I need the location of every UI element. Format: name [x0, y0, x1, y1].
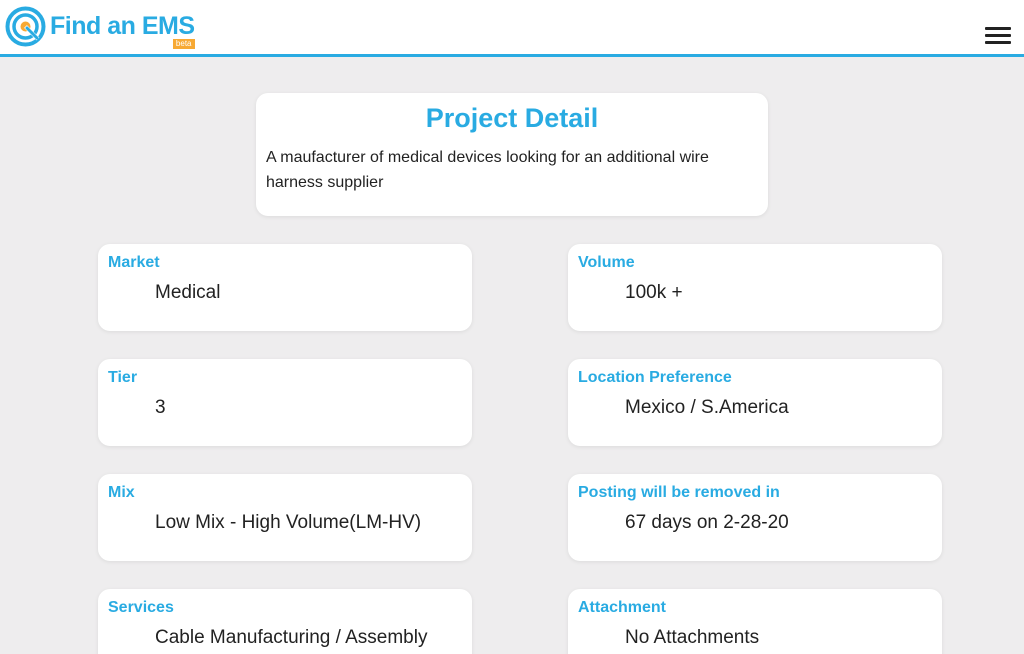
- logo-icon: [5, 6, 46, 47]
- project-detail-card: Project Detail A maufacturer of medical …: [256, 93, 768, 216]
- logo-wordmark: Find an EMS: [50, 12, 195, 40]
- services-value: Cable Manufacturing / Assembly: [155, 627, 428, 648]
- beta-badge: beta: [172, 39, 195, 49]
- mix-label: Mix: [108, 484, 135, 501]
- location-preference-label: Location Preference: [578, 369, 732, 386]
- services-label: Services: [108, 599, 174, 616]
- tier-value: 3: [155, 397, 166, 418]
- mix-card: Mix Low Mix - High Volume(LM-HV): [98, 474, 472, 561]
- attachment-label: Attachment: [578, 599, 667, 616]
- posting-removal-value: 67 days on 2-28-20: [625, 512, 789, 533]
- posting-removal-label: Posting will be removed in: [578, 484, 780, 501]
- tier-label: Tier: [108, 369, 138, 386]
- logo-text: Find an EMS beta: [50, 12, 195, 49]
- site-logo[interactable]: Find an EMS beta: [5, 6, 195, 49]
- market-value: Medical: [155, 282, 221, 303]
- volume-card: Volume 100k +: [568, 244, 942, 331]
- posting-removal-card: Posting will be removed in 67 days on 2-…: [568, 474, 942, 561]
- attachment-card: Attachment No Attachments: [568, 589, 942, 654]
- hamburger-menu-icon[interactable]: [985, 27, 1011, 44]
- project-description: A maufacturer of medical devices looking…: [266, 149, 709, 191]
- mix-value: Low Mix - High Volume(LM-HV): [155, 512, 422, 533]
- top-header: Find an EMS beta: [0, 0, 1024, 57]
- volume-label: Volume: [578, 254, 635, 271]
- market-card: Market Medical: [98, 244, 472, 331]
- market-label: Market: [108, 254, 160, 271]
- services-card: Services Cable Manufacturing / Assembly: [98, 589, 472, 654]
- tier-card: Tier 3: [98, 359, 472, 446]
- attachment-value: No Attachments: [625, 627, 760, 648]
- volume-value: 100k +: [625, 282, 683, 303]
- location-preference-value: Mexico / S.America: [625, 397, 789, 418]
- location-preference-card: Location Preference Mexico / S.America: [568, 359, 942, 446]
- page-title: Project Detail: [425, 103, 599, 133]
